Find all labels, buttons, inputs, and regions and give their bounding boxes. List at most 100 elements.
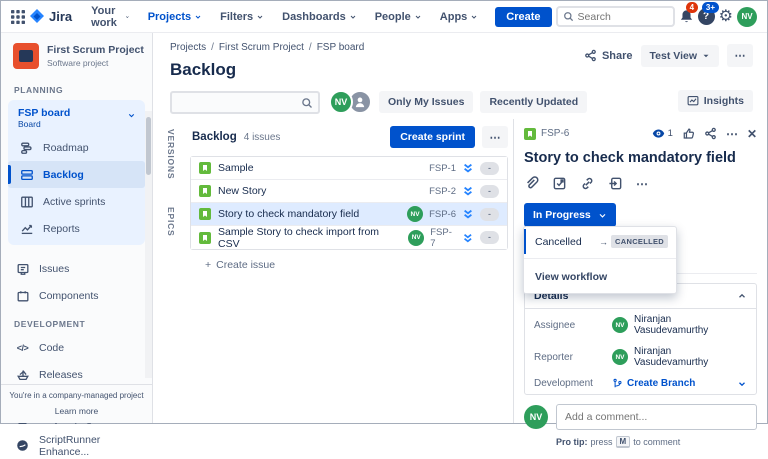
versions-rail-toggle[interactable]: VERSIONS bbox=[166, 129, 176, 179]
sidebar-item-code[interactable]: </> Code bbox=[4, 334, 152, 361]
development-expand-chevron[interactable] bbox=[737, 379, 747, 389]
breadcrumb-board[interactable]: FSP board bbox=[317, 42, 365, 53]
epics-rail-toggle[interactable]: EPICS bbox=[166, 207, 176, 237]
board-search[interactable] bbox=[170, 91, 320, 114]
topnav-item-your-work[interactable]: Your work bbox=[84, 0, 137, 34]
chevron-down-icon bbox=[127, 111, 136, 120]
estimate-badge[interactable]: - bbox=[480, 231, 499, 244]
issue-title[interactable]: Story to check mandatory field bbox=[524, 150, 757, 167]
project-sidebar: First Scrum Project Software project PLA… bbox=[1, 33, 153, 423]
sidebar-item-backlog[interactable]: Backlog bbox=[8, 161, 145, 188]
dropdown-divider bbox=[524, 258, 676, 259]
estimate-badge[interactable]: - bbox=[480, 208, 499, 221]
create-issue-button[interactable]: + Create issue bbox=[205, 259, 275, 271]
issue-row[interactable]: New Story FSP-2 - bbox=[191, 180, 507, 203]
attach-button[interactable] bbox=[524, 176, 539, 191]
priority-lowest-icon bbox=[462, 208, 474, 220]
create-button[interactable]: Create bbox=[495, 7, 551, 27]
project-type: Software project bbox=[47, 58, 144, 68]
issue-key: FSP-7 bbox=[430, 227, 456, 249]
sidebar-item-components[interactable]: Components bbox=[4, 282, 152, 309]
user-avatar[interactable]: NV bbox=[737, 7, 757, 27]
global-search-input[interactable] bbox=[578, 11, 668, 23]
recently-updated-button[interactable]: Recently Updated bbox=[480, 91, 587, 113]
assignee-value[interactable]: NV Niranjan Vasudevamurthy bbox=[612, 314, 747, 336]
comment-input[interactable] bbox=[556, 404, 757, 430]
view-workflow-item[interactable]: View workflow bbox=[524, 261, 676, 293]
sidebar-item-reports[interactable]: Reports bbox=[8, 215, 145, 242]
planning-section-label: PLANNING bbox=[1, 75, 152, 100]
assignee-avatar[interactable]: NV bbox=[408, 230, 424, 246]
sidebar-item-scriptrunner[interactable]: ScriptRunner Enhance... bbox=[4, 432, 152, 459]
learn-more-link[interactable]: Learn more bbox=[7, 406, 146, 416]
issue-key[interactable]: FSP-6 bbox=[541, 128, 569, 139]
issue-row[interactable]: Sample Story to check import from CSV NV… bbox=[191, 226, 507, 249]
breadcrumb-projects[interactable]: Projects bbox=[170, 42, 206, 53]
project-avatar bbox=[13, 43, 39, 69]
close-detail-icon[interactable]: ✕ bbox=[747, 128, 757, 140]
chevron-down-icon bbox=[737, 379, 747, 389]
insights-chart-icon bbox=[687, 95, 699, 107]
add-form-button[interactable] bbox=[608, 176, 623, 191]
assignee-avatar: NV bbox=[612, 317, 628, 333]
backlog-more-button[interactable]: ⋯ bbox=[482, 126, 508, 148]
breadcrumb-separator: / bbox=[211, 42, 214, 53]
topnav-item-dashboards[interactable]: Dashboards bbox=[275, 6, 364, 28]
topnav-item-projects[interactable]: Projects bbox=[141, 6, 209, 28]
chevron-down-icon bbox=[125, 13, 130, 21]
link-issue-button[interactable] bbox=[580, 176, 595, 191]
estimate-badge[interactable]: - bbox=[480, 162, 499, 175]
arrow-right-icon: → bbox=[599, 237, 608, 247]
breadcrumb-separator: / bbox=[309, 42, 312, 53]
jira-logo[interactable]: Jira bbox=[29, 9, 72, 25]
search-icon bbox=[563, 11, 574, 22]
board-switcher[interactable]: FSP board Board bbox=[8, 107, 145, 134]
plus-icon: + bbox=[205, 259, 211, 271]
only-my-issues-button[interactable]: Only My Issues bbox=[379, 91, 473, 113]
like-thumb-icon[interactable] bbox=[682, 127, 695, 140]
issue-row-selected[interactable]: Story to check mandatory field NV FSP-6 … bbox=[191, 203, 507, 226]
app-switcher-icon[interactable] bbox=[11, 6, 25, 28]
status-option-cancelled[interactable]: Cancelled → CANCELLED bbox=[524, 227, 676, 256]
board-search-input[interactable] bbox=[172, 93, 292, 112]
header-more-button[interactable]: ⋯ bbox=[727, 44, 753, 67]
insights-button[interactable]: Insights bbox=[678, 90, 753, 112]
backlog-pane: Backlog 4 issues Create sprint ⋯ Sample … bbox=[190, 119, 508, 271]
add-child-issue-button[interactable] bbox=[552, 176, 567, 191]
help-icon[interactable]: ? 3+ bbox=[698, 5, 715, 29]
share-button[interactable]: Share bbox=[584, 49, 633, 62]
scrollbar-thumb[interactable] bbox=[146, 117, 151, 175]
quick-actions-more-button[interactable]: ⋯ bbox=[636, 177, 648, 191]
view-selector-button[interactable]: Test View bbox=[641, 45, 719, 67]
estimate-badge[interactable]: - bbox=[480, 185, 499, 198]
share-icon[interactable] bbox=[704, 127, 717, 140]
status-lozenge: CANCELLED bbox=[611, 235, 668, 248]
assignee-avatar[interactable]: NV bbox=[407, 206, 423, 222]
notifications-bell-icon[interactable]: 4 bbox=[679, 5, 694, 29]
breadcrumb-project[interactable]: First Scrum Project bbox=[219, 42, 304, 53]
reporter-value[interactable]: NV Niranjan Vasudevamurthy bbox=[612, 346, 747, 368]
sidebar-item-issues[interactable]: Issues bbox=[4, 255, 152, 282]
topnav-item-filters[interactable]: Filters bbox=[213, 6, 271, 28]
project-header[interactable]: First Scrum Project Software project bbox=[1, 33, 152, 75]
comment-avatar: NV bbox=[524, 405, 548, 429]
issue-row[interactable]: Sample FSP-1 - bbox=[191, 157, 507, 180]
create-branch-link[interactable]: Create Branch bbox=[612, 378, 695, 389]
topnav-item-people[interactable]: People bbox=[368, 6, 429, 28]
status-dropdown-button[interactable]: In Progress bbox=[524, 203, 616, 227]
issue-summary: New Story bbox=[218, 185, 266, 197]
member-avatar-nv[interactable]: NV bbox=[329, 90, 353, 114]
watch-button[interactable]: 1 bbox=[652, 127, 673, 140]
sidebar-scrollbar[interactable] bbox=[145, 111, 152, 378]
code-icon: </> bbox=[15, 343, 30, 353]
form-box-arrow-icon bbox=[608, 176, 623, 191]
topnav-item-apps[interactable]: Apps bbox=[433, 6, 486, 28]
priority-lowest-icon bbox=[462, 162, 474, 174]
sidebar-item-roadmap[interactable]: Roadmap bbox=[8, 134, 145, 161]
chevron-down-icon bbox=[349, 13, 357, 21]
detail-more-button[interactable]: ⋯ bbox=[726, 128, 738, 140]
create-sprint-button[interactable]: Create sprint bbox=[390, 126, 475, 148]
sidebar-item-active-sprints[interactable]: Active sprints bbox=[8, 188, 145, 215]
global-search[interactable] bbox=[556, 6, 675, 27]
settings-gear-icon[interactable]: ⚙ bbox=[719, 5, 733, 29]
